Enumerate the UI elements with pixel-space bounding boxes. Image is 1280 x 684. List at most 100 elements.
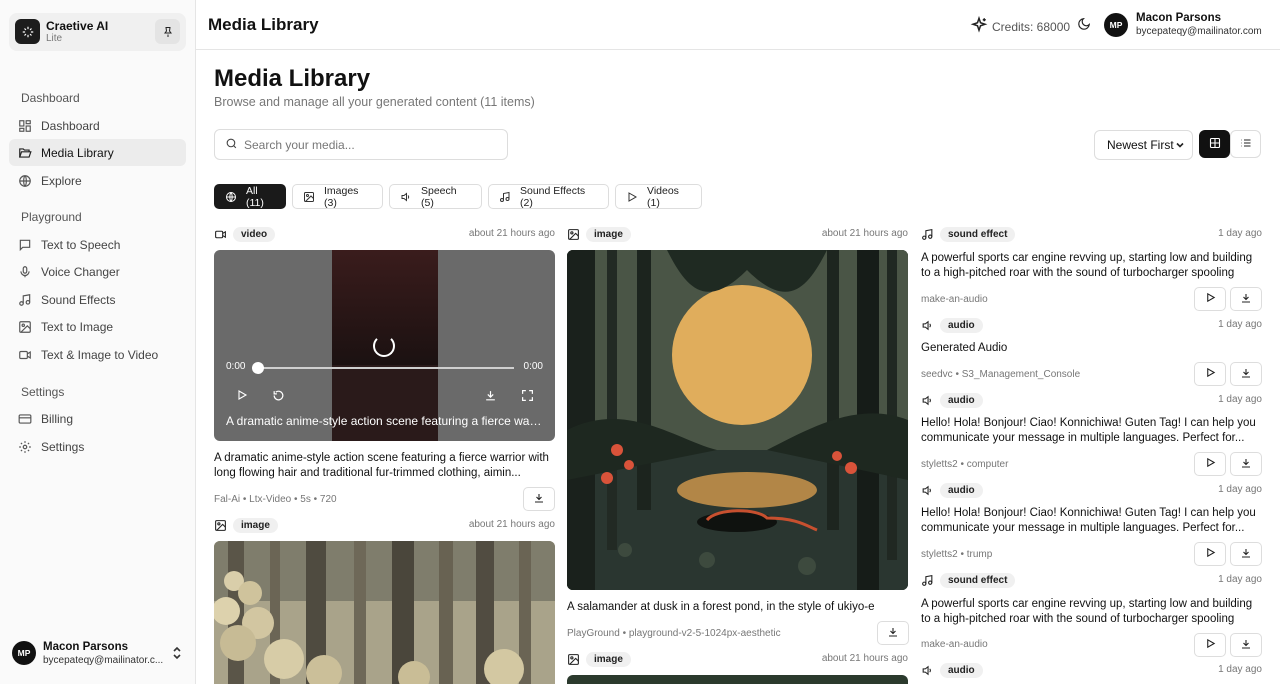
play-button[interactable]	[1194, 287, 1226, 311]
sidebar-item-label: Settings	[41, 439, 85, 454]
list-view-icon	[1240, 137, 1252, 152]
card-description: Hello! Hola! Bonjour! Ciao! Konnichiwa! …	[921, 417, 1256, 444]
sort-value: Newest First	[1107, 138, 1174, 152]
card-meta: image about 21 hours ago	[214, 518, 555, 534]
replay-icon[interactable]	[272, 389, 285, 405]
volume-icon	[400, 191, 412, 203]
credits-display: Credits: 68000	[970, 15, 1070, 37]
filter-videos[interactable]: Videos (1)	[615, 184, 702, 209]
sidebar-item-label: Media Library	[41, 145, 114, 160]
video-caption: A dramatic anime-style action scene feat…	[226, 414, 544, 428]
type-badge: sound effect	[940, 573, 1016, 588]
filter-label: Sound Effects (2)	[520, 184, 586, 209]
brand-switcher[interactable]: Craetive AI Lite	[9, 13, 186, 51]
sort-select[interactable]: Newest First	[1094, 130, 1193, 160]
timestamp: 1 day ago	[1218, 574, 1262, 585]
sidebar-item-text-to-speech[interactable]: Text to Speech	[9, 231, 186, 258]
sidebar-item-voice-changer[interactable]: Voice Changer	[9, 258, 186, 285]
user-email: bycepateqy@mailinator.com	[1136, 26, 1262, 37]
forest-image[interactable]	[214, 541, 555, 684]
download-button[interactable]	[1230, 542, 1262, 566]
image-thumbnail[interactable]	[567, 675, 908, 684]
sidebar-item-label: Dashboard	[41, 118, 100, 133]
card-meta: audio 1 day ago	[921, 393, 1262, 409]
play-button[interactable]	[1194, 633, 1226, 657]
fullscreen-icon[interactable]	[521, 389, 534, 405]
sidebar-item-sound-effects[interactable]: Sound Effects	[9, 286, 186, 313]
filter-label: All (11)	[246, 184, 264, 209]
type-badge: audio	[940, 483, 983, 498]
download-icon	[1240, 638, 1252, 653]
sparkle-logo-icon	[15, 19, 40, 44]
filter-sound-effects[interactable]: Sound Effects (2)	[488, 184, 609, 209]
type-badge: audio	[940, 318, 983, 333]
seek-bar[interactable]	[258, 367, 514, 369]
card-description: A powerful sports car engine revving up,…	[921, 598, 1253, 625]
card-source: Fal-Ai • Ltx-Video • 5s • 720	[214, 494, 337, 505]
filter-label: Speech (5)	[421, 184, 457, 209]
card-source: styletts2 • computer	[921, 459, 1009, 470]
timestamp: about 21 hours ago	[468, 519, 555, 530]
timestamp: 1 day ago	[1218, 484, 1262, 495]
user-menu[interactable]: MP Macon Parsons bycepateqy@mailinator.c…	[12, 638, 188, 670]
download-button[interactable]	[523, 487, 555, 511]
filter-speech[interactable]: Speech (5)	[389, 184, 482, 209]
sidebar-item-text-image-to-video[interactable]: Text & Image to Video	[9, 341, 186, 368]
sidebar-item-text-to-image[interactable]: Text to Image	[9, 313, 186, 340]
play-icon	[1205, 547, 1216, 561]
filter-all[interactable]: All (11)	[214, 184, 286, 209]
theme-toggle-moon-icon[interactable]	[1077, 17, 1091, 34]
sidebar-item-settings[interactable]: Settings	[9, 433, 186, 460]
timestamp: 1 day ago	[1218, 319, 1262, 330]
sidebar-item-explore[interactable]: Explore	[9, 167, 186, 194]
card-description: Hello! Hola! Bonjour! Ciao! Konnichiwa! …	[921, 507, 1256, 534]
message-square-icon	[18, 238, 32, 252]
grid-view-icon	[1209, 137, 1221, 152]
filter-images[interactable]: Images (3)	[292, 184, 383, 209]
volume-icon	[921, 394, 934, 410]
filter-label: Videos (1)	[647, 184, 679, 209]
play-button[interactable]	[1194, 542, 1226, 566]
play-button[interactable]	[1194, 452, 1226, 476]
user-name: Macon Parsons	[43, 641, 128, 653]
search-input[interactable]	[244, 137, 494, 152]
search-icon	[225, 137, 238, 153]
download-button[interactable]	[1230, 633, 1262, 657]
sidebar-item-media-library[interactable]: Media Library	[9, 139, 186, 166]
download-icon	[533, 492, 545, 507]
type-badge: audio	[940, 663, 983, 678]
timestamp: 1 day ago	[1218, 664, 1262, 675]
download-icon[interactable]	[484, 389, 497, 405]
download-button[interactable]	[1230, 452, 1262, 476]
salamander-image[interactable]	[567, 250, 908, 590]
seek-handle[interactable]	[252, 362, 264, 374]
download-button[interactable]	[877, 621, 909, 645]
image-icon	[18, 320, 32, 334]
play-icon[interactable]	[236, 389, 248, 404]
nav-section-dashboard: Dashboard	[21, 91, 80, 105]
page-subtitle: Browse and manage all your generated con…	[214, 95, 535, 109]
grid-view-button[interactable]	[1199, 130, 1230, 158]
play-icon	[626, 191, 638, 203]
sidebar-item-dashboard[interactable]: Dashboard	[9, 112, 186, 139]
sidebar-item-billing[interactable]: Billing	[9, 405, 186, 432]
header-user-menu[interactable]: MP Macon Parsons bycepateqy@mailinator.c…	[1104, 12, 1274, 38]
brand-tier: Lite	[46, 33, 63, 44]
play-button[interactable]	[1194, 362, 1226, 386]
search-box[interactable]	[214, 129, 508, 160]
play-icon	[1205, 292, 1216, 306]
play-icon	[1205, 638, 1216, 652]
credit-card-icon	[18, 412, 32, 426]
chevrons-up-down-icon	[172, 646, 182, 663]
nav-section-playground: Playground	[21, 210, 82, 224]
card-meta: sound effect 1 day ago	[921, 227, 1262, 243]
video-player[interactable]: 0:00 0:00 A dramatic anime-style action …	[214, 250, 555, 441]
card-description: A dramatic anime-style action scene feat…	[214, 452, 549, 479]
download-button[interactable]	[1230, 287, 1262, 311]
card-meta: image about 21 hours ago	[567, 227, 908, 243]
download-button[interactable]	[1230, 362, 1262, 386]
mic-icon	[18, 265, 32, 279]
list-view-button[interactable]	[1230, 130, 1261, 158]
pin-icon[interactable]	[155, 19, 180, 44]
globe-icon	[18, 174, 32, 188]
